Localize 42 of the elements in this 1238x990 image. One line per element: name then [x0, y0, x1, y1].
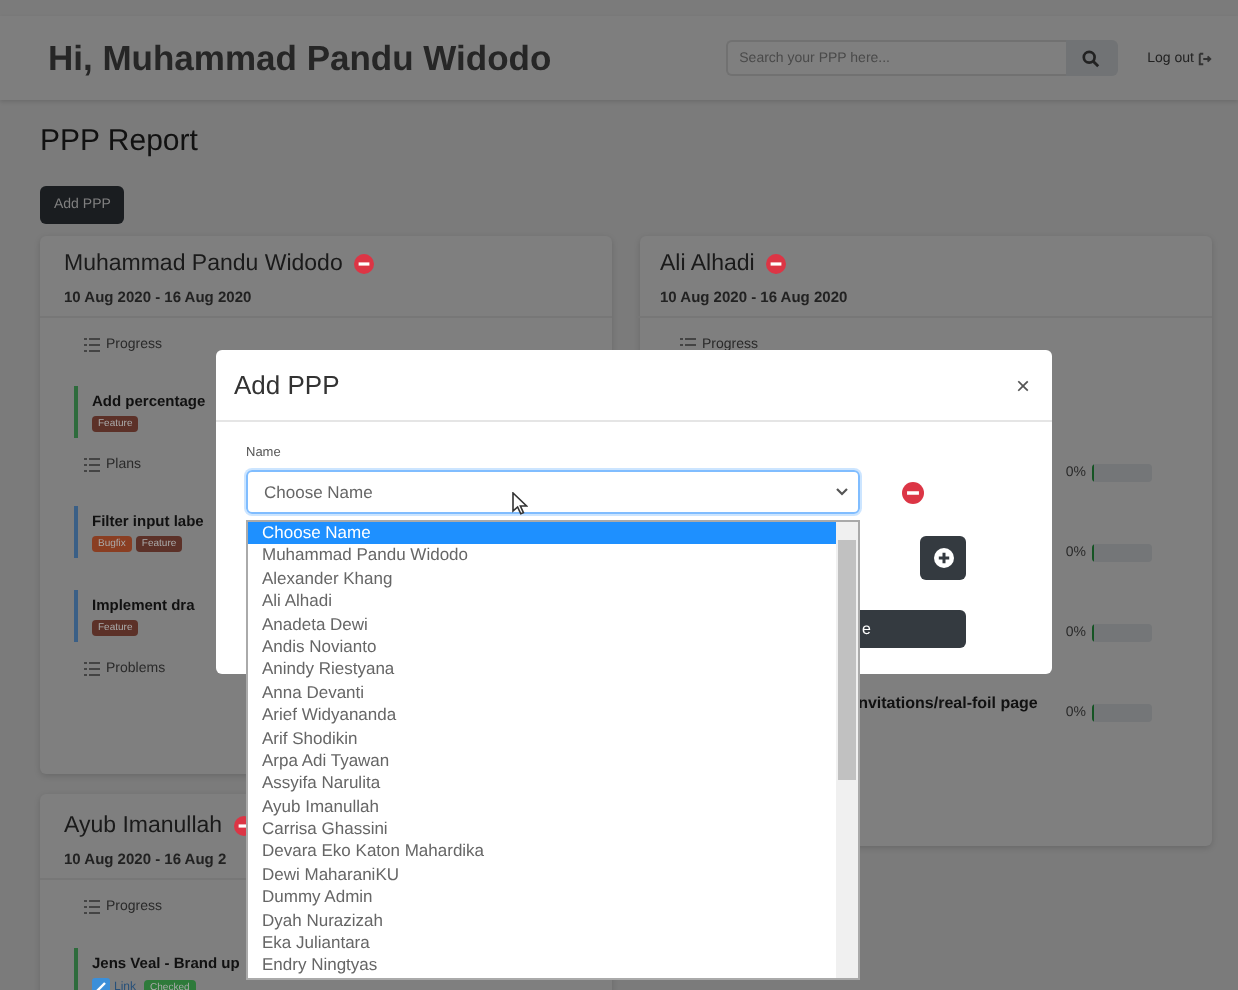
- dropdown-option[interactable]: Arief Widyananda: [248, 704, 836, 728]
- search-icon: [1082, 49, 1101, 67]
- person-name: Ali Alhadi: [660, 252, 755, 276]
- chevron-icon: [836, 488, 848, 496]
- close-button[interactable]: ×: [1011, 371, 1034, 399]
- dropdown-option[interactable]: Alexander Khang: [248, 567, 836, 591]
- dropdown-option[interactable]: Ayub Imanullah: [248, 795, 836, 819]
- dialog-title: Add PPP: [234, 370, 340, 400]
- task-title: nvitations/real-foil page: [858, 694, 1038, 712]
- scrollbar[interactable]: [836, 522, 858, 978]
- logout-icon: [1198, 51, 1212, 65]
- remove-icon[interactable]: [766, 254, 787, 274]
- remove-icon[interactable]: [354, 254, 375, 274]
- remove-icon[interactable]: [902, 481, 924, 503]
- dropdown-option[interactable]: Choose Name: [248, 522, 836, 545]
- dropdown-option[interactable]: Eka Juliantara: [248, 932, 836, 955]
- person-name: Muhammad Pandu Widodo: [64, 252, 343, 276]
- list-icon: [84, 457, 100, 471]
- list-icon: [84, 899, 100, 913]
- dropdown-option[interactable]: Arif Shodikin: [248, 727, 836, 750]
- dropdown-option[interactable]: Carrisa Ghassini: [248, 818, 836, 841]
- name-select[interactable]: Choose Name: [246, 470, 860, 514]
- person-name: Ayub Imanullah: [64, 814, 223, 838]
- dropdown-option[interactable]: Anna Devanti: [248, 681, 836, 705]
- dropdown-option[interactable]: Anindy Riestyana: [248, 658, 836, 682]
- dropdown-option[interactable]: Arpa Adi Tyawan: [248, 749, 836, 773]
- list-icon: [84, 661, 100, 675]
- plus-icon: [933, 548, 953, 568]
- greeting-title: Hi, Muhammad Pandu Widodo: [48, 37, 554, 79]
- search-button[interactable]: [1065, 40, 1118, 76]
- add-row-button[interactable]: [920, 536, 966, 580]
- dropdown-option[interactable]: Muhammad Pandu Widodo: [248, 544, 836, 568]
- dropdown-option[interactable]: Endry Ningtyas: [248, 954, 836, 978]
- dropdown-option[interactable]: Dyah Nurazizah: [248, 909, 836, 933]
- list-icon: [84, 337, 100, 351]
- dropdown-option[interactable]: Ali Alhadi: [248, 590, 836, 614]
- page-title: PPP Report: [40, 124, 200, 158]
- dropdown-option[interactable]: Assyifa Narulita: [248, 772, 836, 796]
- dropdown-option[interactable]: Dewi MaharaniKU: [248, 863, 836, 887]
- dropdown-option[interactable]: Dummy Admin: [248, 886, 836, 910]
- dropdown-option[interactable]: Devara Eko Katon Mahardika: [248, 840, 836, 864]
- mouse-pointer-icon: [512, 492, 528, 516]
